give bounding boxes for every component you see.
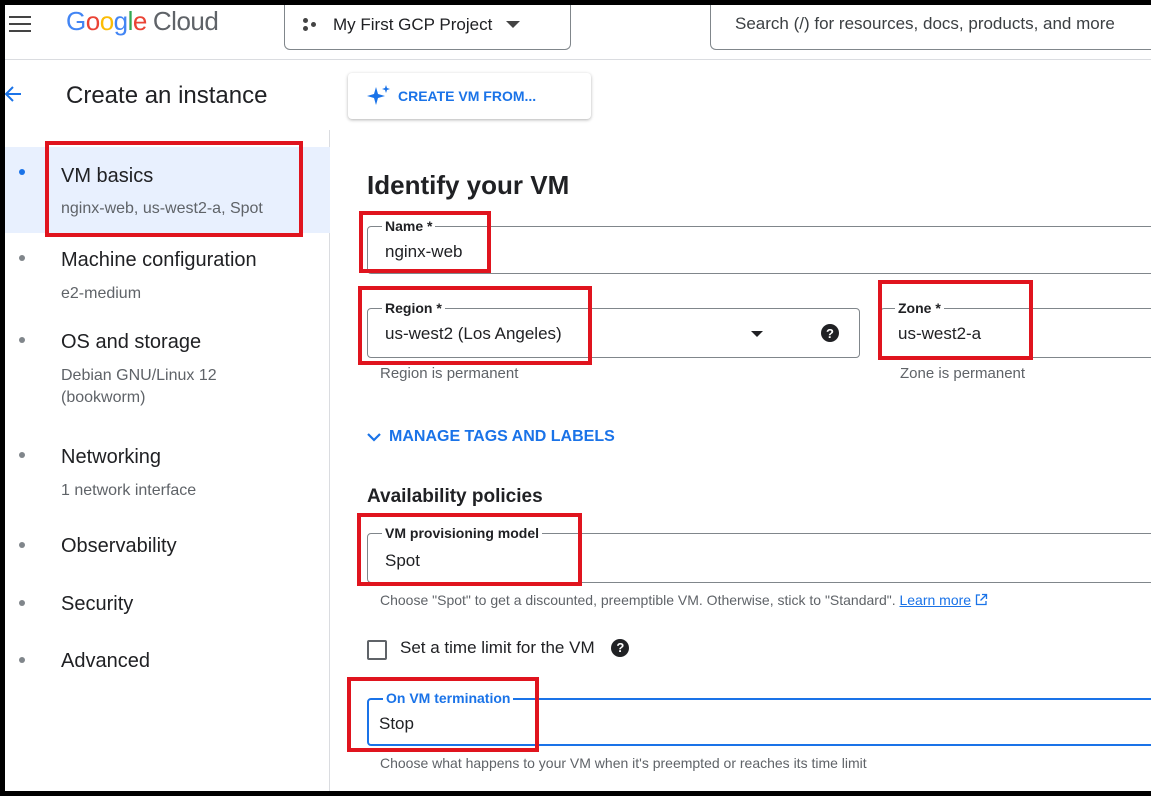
sidebar-item-sub: 1 network interface [61,482,197,499]
sidebar-item-label: OS and storage [61,331,202,353]
sidebar-item-label: Advanced [61,650,150,672]
google-cloud-logo[interactable]: Google Cloud [66,6,219,37]
sidebar-item-vm-basics[interactable]: VM basics nginx-web, us-west2-a, Spot [0,147,330,233]
bullet-icon [19,169,25,175]
provisioning-value: Spot [385,551,420,570]
sidebar-item-observability[interactable]: Observability [0,520,330,576]
sidebar-item-networking[interactable]: Networking 1 network interface [0,430,330,510]
chevron-down-icon [506,21,521,28]
provisioning-model-select[interactable]: VM provisioning model Spot [367,525,1151,583]
back-arrow-icon[interactable] [3,84,23,104]
time-limit-label-row: Set a time limit for the VM ? [400,638,630,658]
name-field[interactable]: Name * nginx-web [367,218,1151,274]
zone-label: Zone * [895,300,944,316]
logo-text: Google [66,6,147,36]
name-label: Name * [382,218,436,234]
project-name: My First GCP Project [333,14,493,34]
region-select[interactable]: Region * us-west2 (Los Angeles) ? [367,300,860,358]
bullet-icon [19,452,25,458]
termination-hint: Choose what happens to your VM when it's… [380,755,867,771]
external-link-icon[interactable] [975,593,988,606]
sidebar-item-label: VM basics [61,165,154,187]
menu-icon[interactable] [9,16,31,36]
name-value: nginx-web [385,242,463,261]
provisioning-hint: Choose "Spot" to get a discounted, preem… [380,592,988,608]
sidebar-item-machine-configuration[interactable]: Machine configuration e2-medium [0,233,330,315]
sidebar-item-os-and-storage[interactable]: OS and storage Debian GNU/Linux 12 (book… [0,315,330,425]
sidebar-item-sub: Debian GNU/Linux 12 (bookworm) [61,367,217,406]
logo-suffix: Cloud [152,6,219,36]
sidebar-item-label: Machine configuration [61,249,257,271]
termination-value: Stop [379,714,414,733]
sidebar-item-advanced[interactable]: Advanced [0,635,330,691]
termination-label: On VM termination [383,690,514,706]
bullet-icon [19,255,25,261]
provisioning-label: VM provisioning model [382,525,543,541]
search-input[interactable]: Search (/) for resources, docs, products… [710,0,1151,50]
sidebar-item-sub: nginx-web, us-west2-a, Spot [61,200,263,217]
project-selector[interactable]: My First GCP Project [284,0,571,50]
availability-title: Availability policies [367,486,543,507]
create-vm-label: CREATE VM FROM... [398,88,537,104]
region-value: us-west2 (Los Angeles) [385,324,562,343]
project-icon [303,17,317,32]
help-icon[interactable]: ? [821,324,839,342]
help-icon[interactable]: ? [611,638,630,657]
sidebar-item-sub: e2-medium [61,285,142,302]
time-limit-checkbox[interactable] [367,640,387,660]
chevron-down-icon [751,331,763,337]
bullet-icon [19,542,25,548]
time-limit-label: Set a time limit for the VM [400,638,595,657]
termination-action-select[interactable]: On VM termination Stop [367,690,1151,746]
page-title: Create an instance [66,82,268,109]
zone-value: us-west2-a [898,324,982,343]
sidebar-item-security[interactable]: Security [0,578,330,634]
provisioning-hint-text: Choose "Spot" to get a discounted, preem… [380,592,896,608]
sidebar-item-label: Observability [61,535,177,557]
bullet-icon [19,600,25,606]
learn-more-link[interactable]: Learn more [899,592,971,608]
sidebar: VM basics nginx-web, us-west2-a, Spot Ma… [0,130,330,796]
section-title: Identify your VM [367,170,570,200]
zone-select[interactable]: Zone * us-west2-a [880,300,1151,358]
manage-tags-label: MANAGE TAGS AND LABELS [389,428,615,445]
create-vm-from-button[interactable]: CREATE VM FROM... [348,73,591,119]
region-hint: Region is permanent [380,365,519,382]
manage-tags-button[interactable]: MANAGE TAGS AND LABELS [367,428,615,446]
sidebar-item-label: Networking [61,446,162,468]
zone-hint: Zone is permanent [900,365,1026,382]
sidebar-item-label: Security [61,593,134,615]
chevron-down-icon [367,433,381,442]
bullet-icon [19,657,25,663]
region-label: Region * [382,300,445,316]
sparkle-icon [367,85,390,105]
bullet-icon [19,337,25,343]
top-bar: Google Cloud My First GCP Project Search … [0,0,1151,60]
